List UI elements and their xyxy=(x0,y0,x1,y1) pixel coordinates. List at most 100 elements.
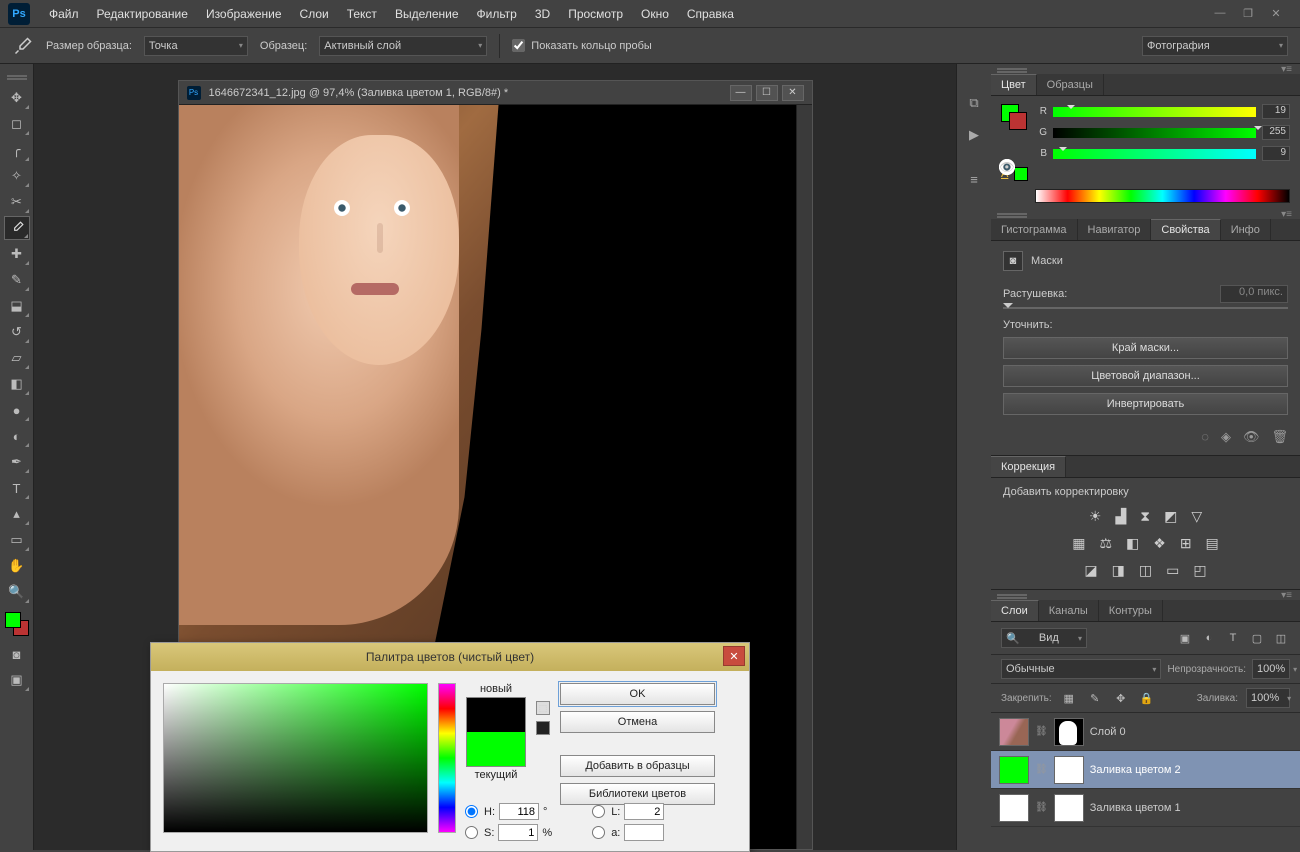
photo-filter-adj-icon[interactable]: ❖ xyxy=(1153,535,1166,552)
path-select-tool-icon[interactable]: ▴ xyxy=(4,502,30,526)
filter-type-icon[interactable]: T xyxy=(1224,629,1242,647)
foreground-color-icon[interactable] xyxy=(5,612,21,628)
g-slider[interactable] xyxy=(1053,128,1256,138)
curves-adj-icon[interactable]: ⧗ xyxy=(1140,508,1150,525)
doc-close-icon[interactable]: ✕ xyxy=(782,85,804,101)
menu-3d[interactable]: 3D xyxy=(526,0,559,28)
menu-file[interactable]: Файл xyxy=(40,0,88,28)
r-value[interactable]: 19 xyxy=(1262,104,1290,119)
mask-edge-button[interactable]: Край маски... xyxy=(1003,337,1288,359)
zoom-tool-icon[interactable]: 🔍 xyxy=(4,580,30,604)
menu-filter[interactable]: Фильтр xyxy=(468,0,526,28)
opacity-value[interactable]: 100%▾ xyxy=(1252,659,1290,679)
threshold-adj-icon[interactable]: ◫ xyxy=(1139,562,1152,579)
link-icon[interactable]: ⛓ xyxy=(1035,726,1048,737)
lasso-tool-icon[interactable]: ╭ xyxy=(4,138,30,162)
type-swatch-icon[interactable] xyxy=(1014,167,1028,181)
toolbar-grip[interactable] xyxy=(2,72,32,80)
fill-value[interactable]: 100%▾ xyxy=(1246,688,1290,708)
dialog-titlebar[interactable]: Палитра цветов (чистый цвет) ✕ xyxy=(151,643,749,671)
layer-name[interactable]: Заливка цветом 2 xyxy=(1090,764,1292,776)
color-swatches[interactable] xyxy=(1001,104,1029,132)
lock-all-icon[interactable]: 🔒 xyxy=(1138,689,1156,707)
balance-adj-icon[interactable]: ⚖ xyxy=(1099,535,1112,552)
l-field[interactable]: L: xyxy=(592,803,664,820)
stamp-tool-icon[interactable]: ⬓ xyxy=(4,294,30,318)
actions-panel-icon[interactable]: ▶ xyxy=(965,126,983,144)
tab-navigator[interactable]: Навигатор xyxy=(1078,219,1152,240)
menu-layers[interactable]: Слои xyxy=(291,0,338,28)
layer-thumb[interactable] xyxy=(999,718,1029,746)
sample-size-select[interactable]: Точка▾ xyxy=(144,36,248,56)
layer-kind-select[interactable]: 🔍 Вид▾ xyxy=(1001,628,1087,648)
tab-layers[interactable]: Слои xyxy=(991,600,1039,621)
menu-view[interactable]: Просмотр xyxy=(559,0,632,28)
lookup-adj-icon[interactable]: ▤ xyxy=(1206,535,1219,552)
websafe-icon[interactable] xyxy=(536,721,550,735)
history-brush-tool-icon[interactable]: ↺ xyxy=(4,320,30,344)
delete-mask-icon[interactable]: 🗑 xyxy=(1271,429,1288,445)
brightness-adj-icon[interactable]: ☀ xyxy=(1089,508,1102,525)
eyedropper-tool-icon[interactable] xyxy=(4,216,30,240)
layer-mask-thumb[interactable] xyxy=(1054,756,1084,784)
shape-tool-icon[interactable]: ▭ xyxy=(4,528,30,552)
feather-value[interactable]: 0,0 пикс. xyxy=(1220,285,1288,303)
marquee-tool-icon[interactable]: ◻ xyxy=(4,112,30,136)
layer-thumb[interactable] xyxy=(999,794,1029,822)
panel-menu-icon[interactable]: ▾≡ xyxy=(1281,209,1292,220)
tab-properties[interactable]: Свойства xyxy=(1151,219,1220,240)
lock-pixels-icon[interactable]: ▦ xyxy=(1060,689,1078,707)
blend-mode-select[interactable]: Обычные▾ xyxy=(1001,659,1161,679)
layer-mask-thumb[interactable] xyxy=(1054,794,1084,822)
g-value[interactable]: 255 xyxy=(1262,125,1290,140)
screenmode-tool-icon[interactable]: ▣ xyxy=(4,668,30,692)
doc-minimize-icon[interactable]: — xyxy=(730,85,752,101)
tab-paths[interactable]: Контуры xyxy=(1099,600,1163,621)
exposure-adj-icon[interactable]: ◩ xyxy=(1164,508,1177,525)
show-ring-checkbox[interactable]: Показать кольцо пробы xyxy=(512,39,652,52)
eraser-tool-icon[interactable]: ▱ xyxy=(4,346,30,370)
link-icon[interactable]: ⛓ xyxy=(1035,764,1048,775)
layer-row[interactable]: 👁 ⛓ Заливка цветом 2 xyxy=(991,751,1300,789)
color-spectrum[interactable] xyxy=(1035,189,1290,203)
layer-mask-thumb[interactable] xyxy=(1054,718,1084,746)
bg-color-icon[interactable] xyxy=(1009,112,1027,130)
document-scrollbar[interactable] xyxy=(796,105,812,849)
r-slider[interactable] xyxy=(1053,107,1256,117)
posterize-adj-icon[interactable]: ◨ xyxy=(1112,562,1125,579)
tab-color[interactable]: Цвет xyxy=(991,74,1037,95)
paragraph-panel-icon[interactable]: ≡ xyxy=(965,170,983,188)
dodge-tool-icon[interactable]: ◐ xyxy=(4,424,30,448)
layer-row[interactable]: 👁 ⛓ Заливка цветом 1 xyxy=(991,789,1300,827)
layer-name[interactable]: Слой 0 xyxy=(1090,726,1292,738)
hue-adj-icon[interactable]: ▦ xyxy=(1072,535,1085,552)
layer-row[interactable]: 👁 ⛓ Слой 0 xyxy=(991,713,1300,751)
new-current-swatch[interactable] xyxy=(466,697,526,767)
menu-image[interactable]: Изображение xyxy=(197,0,291,28)
toggle-mask-icon[interactable]: 👁 xyxy=(1243,429,1260,445)
healing-tool-icon[interactable]: ✚ xyxy=(4,242,30,266)
gamut-warn-icon[interactable]: ⬚ xyxy=(536,701,550,715)
filter-image-icon[interactable]: ▣ xyxy=(1176,629,1194,647)
ok-button[interactable]: OK xyxy=(560,683,715,705)
cancel-button[interactable]: Отмена xyxy=(560,711,715,733)
type-tool-icon[interactable]: T xyxy=(4,476,30,500)
bw-adj-icon[interactable]: ◧ xyxy=(1126,535,1139,552)
tab-swatches[interactable]: Образцы xyxy=(1037,74,1104,95)
document-titlebar[interactable]: Ps 1646672341_12.jpg @ 97,4% (Заливка цв… xyxy=(179,81,812,105)
blur-tool-icon[interactable]: ● xyxy=(4,398,30,422)
menu-edit[interactable]: Редактирование xyxy=(88,0,197,28)
tab-info[interactable]: Инфо xyxy=(1221,219,1271,240)
restore-icon[interactable]: ❐ xyxy=(1240,7,1256,20)
dialog-close-icon[interactable]: ✕ xyxy=(723,646,745,666)
menu-select[interactable]: Выделение xyxy=(386,0,468,28)
tab-histogram[interactable]: Гистограмма xyxy=(991,219,1078,240)
history-panel-icon[interactable]: ⧉ xyxy=(965,94,983,112)
doc-maximize-icon[interactable]: ☐ xyxy=(756,85,778,101)
mixer-adj-icon[interactable]: ⊞ xyxy=(1180,535,1192,552)
tab-channels[interactable]: Каналы xyxy=(1039,600,1099,621)
visibility-icon[interactable]: 👁 xyxy=(999,159,1015,175)
b-slider[interactable] xyxy=(1053,149,1256,159)
panel-menu-icon[interactable]: ▾≡ xyxy=(1281,64,1292,75)
menu-help[interactable]: Справка xyxy=(678,0,743,28)
